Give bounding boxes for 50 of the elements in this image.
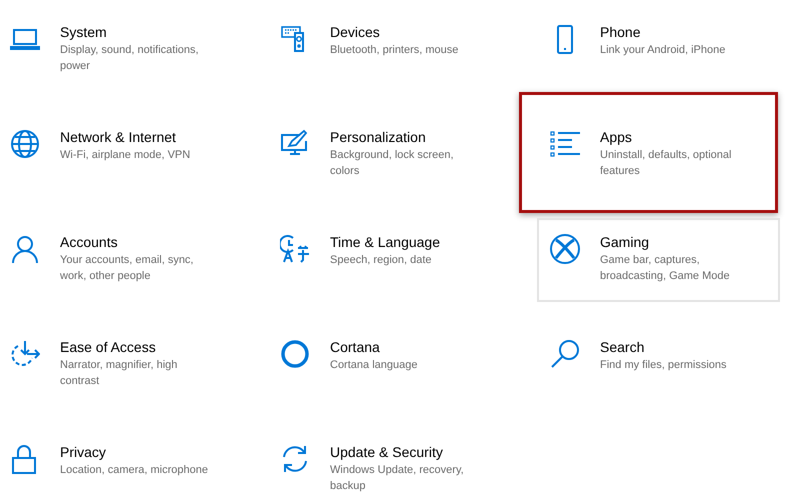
tile-title: Search [600, 338, 646, 357]
tile-title: System [60, 23, 108, 42]
tile-description: Uninstall, defaults, optional features [600, 148, 732, 179]
settings-tile[interactable]: Apps Uninstall, defaults, optional features [537, 113, 780, 197]
tile-description: Link your Android, iPhone [600, 43, 726, 58]
tile-description: Game bar, captures, broadcasting, Game Mode [600, 253, 731, 284]
tile-description: Location, camera, microphone [60, 463, 209, 478]
tile-description: Background, lock screen, colors [330, 148, 455, 179]
clock-letter-icon [280, 234, 310, 264]
settings-tile[interactable]: Cortana Cortana language [267, 323, 510, 407]
tile-description: Bluetooth, printers, mouse [330, 43, 460, 58]
person-icon [10, 234, 40, 264]
tile-description: Windows Update, recovery, backup [330, 463, 465, 494]
tile-description: Your accounts, email, sync, work, other people [60, 253, 194, 284]
tile-description: Narrator, magnifier, high contrast [60, 358, 178, 389]
tile-description: Find my files, permissions [600, 358, 728, 373]
tile-title: Network & Internet [60, 128, 177, 147]
settings-tile[interactable]: System Display, sound, notifications, power [0, 8, 240, 92]
settings-tile[interactable]: Update & Security Windows Update, recovery, backup [267, 428, 510, 504]
search-icon [550, 339, 580, 369]
tile-description: Display, sound, notifications, power [60, 43, 200, 74]
dashed-circle-arrow-icon [10, 339, 40, 369]
tile-title: Accounts [60, 233, 119, 252]
settings-tile[interactable]: Time & Language Speech, region, date [267, 218, 510, 302]
tile-title: Ease of Access [60, 338, 157, 357]
settings-tile[interactable]: Ease of Access Narrator, magnifier, high contrast [0, 323, 240, 407]
settings-tile[interactable]: Devices Bluetooth, printers, mouse [267, 8, 510, 92]
globe-icon [10, 129, 40, 159]
list-icon [550, 129, 580, 159]
tile-title: Gaming [600, 233, 650, 252]
settings-tile[interactable]: Personalization Background, lock screen, colors [267, 113, 510, 197]
ring-icon [280, 339, 310, 369]
tile-title: Privacy [60, 443, 107, 462]
tile-title: Devices [330, 23, 381, 42]
settings-tile[interactable]: Phone Link your Android, iPhone [537, 8, 780, 92]
tile-description: Speech, region, date [330, 253, 433, 268]
tile-title: Time & Language [330, 233, 441, 252]
settings-tile[interactable]: Search Find my files, permissions [537, 323, 780, 407]
tile-title: Update & Security [330, 443, 444, 462]
tile-title: Personalization [330, 128, 427, 147]
settings-tile[interactable]: Gaming Game bar, captures, broadcasting, Game Mode [537, 218, 780, 302]
sync-arrows-icon [280, 444, 310, 474]
tile-description: Wi-Fi, airplane mode, VPN [60, 148, 192, 163]
settings-tile[interactable]: Privacy Location, camera, microphone [0, 428, 240, 504]
tile-description: Cortana language [330, 358, 418, 373]
settings-tile[interactable]: Network & Internet Wi-Fi, airplane mode, VPN [0, 113, 240, 197]
tile-title: Phone [600, 23, 642, 42]
tile-title: Cortana [330, 338, 381, 357]
settings-tile[interactable]: Accounts Your accounts, email, sync, work, other people [0, 218, 240, 302]
tile-title: Apps [600, 128, 633, 147]
